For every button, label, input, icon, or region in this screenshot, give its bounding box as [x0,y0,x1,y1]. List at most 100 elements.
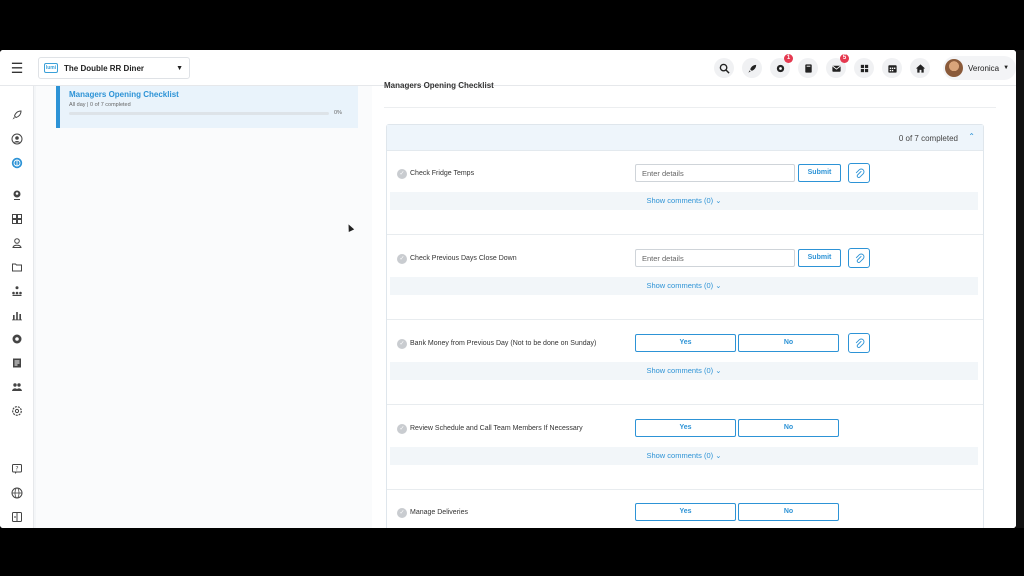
store-name: The Double RR Diner [64,63,145,73]
schedule-icon[interactable] [10,356,23,369]
chevron-up-icon[interactable]: ⌃ [968,132,975,141]
show-comments-link[interactable]: Show comments (0) ⌄ [390,196,978,205]
menu-icon[interactable]: ☰ [9,60,25,76]
show-comments-link[interactable]: Show comments (0) ⌄ [390,451,978,460]
comments-strip: Show comments (0) ⌄ [390,277,978,295]
video-letterbox-top [0,0,1024,50]
task-label: Check Previous Days Close Down [410,255,517,262]
check-circle-icon[interactable]: ✓ [397,254,407,264]
paperclip-icon [855,253,864,263]
checklist-list-panel: Managers Opening Checklist All day | 0 o… [36,86,372,528]
book-icon[interactable] [798,58,818,78]
paperclip-icon [855,168,864,178]
user-name: Veronica [968,63,1000,73]
show-comments-link[interactable]: Show comments (0) ⌄ [390,281,978,290]
task-list: 0 of 7 completed ⌃ ✓ Check Fridge Temps … [386,124,984,528]
no-button[interactable]: No [738,334,839,352]
details-input[interactable] [635,164,795,182]
show-comments-label: Show comments (0) [646,366,714,375]
show-comments-link[interactable]: Show comments (0) ⌄ [390,366,978,375]
settings-icon[interactable] [10,404,23,417]
mail-icon[interactable]: 5 [826,54,849,78]
comments-strip: Show comments (0) ⌄ [390,362,978,380]
submit-button[interactable]: Submit [798,249,841,267]
attachment-button[interactable] [848,333,870,353]
checklist-card[interactable]: Managers Opening Checklist All day | 0 o… [56,86,358,128]
exit-icon[interactable] [10,510,23,523]
checklist-progress-label: 0% [334,110,342,116]
completed-count: 0 of 7 completed [898,134,958,143]
checklist-card-title: Managers Opening Checklist [69,90,179,99]
yes-button[interactable]: Yes [635,503,736,521]
show-comments-label: Show comments (0) [646,451,714,460]
user-circle-icon[interactable] [10,132,23,145]
check-circle-icon[interactable]: ✓ [397,508,407,518]
divider [384,107,996,108]
person-pin-icon[interactable] [10,188,23,201]
checklist-card-subtitle: All day | 0 of 7 completed [69,102,131,108]
show-comments-label: Show comments (0) [646,196,714,205]
page-title: Managers Opening Checklist [384,81,494,90]
no-button[interactable]: No [738,419,839,437]
user-icon[interactable] [10,236,23,249]
comments-strip: Show comments (0) ⌄ [390,192,978,210]
rocket-icon[interactable] [742,58,762,78]
chevron-down-icon: ⌄ [715,281,722,290]
task-list-header: 0 of 7 completed ⌃ [387,125,983,151]
check-circle-icon[interactable]: ✓ [397,424,407,434]
user-menu[interactable]: Veronica ▼ [943,56,1016,80]
task-row: ✓ Check Fridge Temps Submit Show comment… [387,151,983,235]
caret-down-icon: ▼ [176,64,183,72]
chevron-down-icon: ⌄ [715,196,722,205]
mail-badge: 5 [840,54,849,63]
org-chart-icon[interactable] [10,284,23,297]
notifications-badge: 1 [784,54,793,63]
attachment-button[interactable] [848,163,870,183]
search-icon[interactable] [714,58,734,78]
home-icon[interactable] [910,58,930,78]
grid-icon[interactable] [10,212,23,225]
avatar [945,59,963,77]
no-button[interactable]: No [738,503,839,521]
comments-strip: Show comments (0) ⌄ [390,447,978,465]
checklist-progress-bar [69,112,329,115]
caret-down-icon: ▼ [1003,65,1010,71]
task-row: ✓ Review Schedule and Call Team Members … [387,406,983,490]
store-logo: lumi [44,63,58,73]
svg-text:?: ? [15,465,18,472]
chevron-down-icon: ⌄ [715,451,722,460]
video-letterbox-bottom [0,528,1024,576]
checklist-detail: Managers Opening Checklist 0 of 7 comple… [372,81,1016,528]
task-label: Review Schedule and Call Team Members If… [410,425,583,432]
sidebar: ? [0,86,34,528]
team-icon[interactable] [10,380,23,393]
yes-button[interactable]: Yes [635,419,736,437]
attachment-button[interactable] [848,248,870,268]
top-header: ☰ lumi The Double RR Diner ▼ 1 5 Veronic… [0,50,1016,86]
apps-icon[interactable] [854,58,874,78]
task-row: ✓ Bank Money from Previous Day (Not to b… [387,321,983,405]
globe-active-icon[interactable] [10,156,23,169]
task-row: ✓ Manage Deliveries Yes No [387,490,983,528]
calendar-icon[interactable] [882,58,902,78]
show-comments-label: Show comments (0) [646,281,714,290]
help-icon[interactable]: ? [10,462,23,475]
yes-button[interactable]: Yes [635,334,736,352]
check-circle-icon[interactable]: ✓ [397,339,407,349]
task-row: ✓ Check Previous Days Close Down Submit … [387,236,983,320]
folder-icon[interactable] [10,260,23,273]
task-label: Manage Deliveries [410,509,468,516]
submit-button[interactable]: Submit [798,164,841,182]
language-icon[interactable] [10,486,23,499]
store-selector[interactable]: lumi The Double RR Diner ▼ [38,57,190,79]
chevron-down-icon: ⌄ [715,366,722,375]
notifications-icon[interactable]: 1 [770,54,793,78]
gear-badge-icon[interactable] [10,332,23,345]
header-actions: 1 5 [714,54,930,78]
details-input[interactable] [635,249,795,267]
bar-chart-icon[interactable] [10,308,23,321]
check-circle-icon[interactable]: ✓ [397,169,407,179]
task-label: Bank Money from Previous Day (Not to be … [410,340,597,347]
rocket-icon[interactable] [10,108,23,121]
task-label: Check Fridge Temps [410,170,475,177]
